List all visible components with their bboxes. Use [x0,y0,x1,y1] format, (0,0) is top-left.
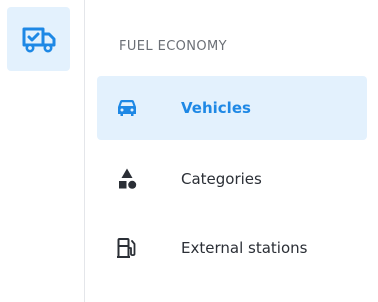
shapes-icon [119,168,137,189]
truck-check-icon [22,27,55,53]
section-title: FUEL ECONOMY [119,39,228,54]
rail-item-fuel-economy[interactable] [7,7,70,71]
menu-item-categories[interactable]: Categories [97,147,367,211]
gas-station-icon [117,238,136,258]
car-icon [118,100,136,116]
fuel-economy-panel: FUEL ECONOMY Vehicles Categories Externa… [85,0,378,302]
menu-item-external-stations-label: External stations [181,239,308,257]
icon-rail [0,0,84,302]
menu-item-vehicles[interactable]: Vehicles [97,76,367,140]
menu-item-vehicles-label: Vehicles [181,99,251,117]
menu-item-external-stations[interactable]: External stations [97,216,367,280]
menu-item-categories-label: Categories [181,170,262,188]
app-root: FUEL ECONOMY Vehicles Categories Externa… [0,0,378,302]
